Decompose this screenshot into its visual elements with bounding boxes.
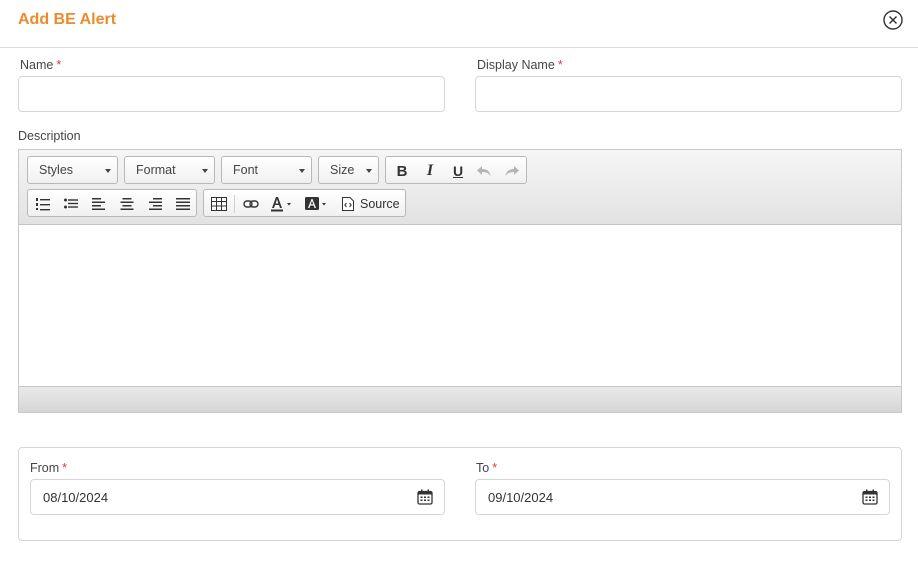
table-button[interactable]	[210, 194, 228, 214]
required-marker: *	[557, 58, 563, 72]
editor-toolbar: Styles Format Font Size B I U Source	[19, 150, 901, 225]
name-label: Name *	[20, 58, 61, 72]
to-label-text: To	[476, 461, 490, 475]
bulleted-list-button[interactable]	[62, 194, 80, 214]
justify-icon	[176, 198, 190, 210]
required-marker: *	[56, 58, 62, 72]
rich-text-editor: Styles Format Font Size B I U Source	[18, 149, 902, 413]
text-color-button[interactable]	[270, 194, 296, 214]
align-left-button[interactable]	[90, 194, 108, 214]
bulleted-list-icon	[64, 198, 78, 209]
font-dropdown-label: Font	[233, 163, 259, 177]
font-dropdown[interactable]: Font	[221, 156, 312, 184]
from-date-input[interactable]	[30, 479, 445, 515]
link-button[interactable]	[242, 194, 260, 214]
from-label: From *	[30, 461, 67, 475]
italic-button[interactable]: I	[420, 161, 440, 181]
bold-button[interactable]: B	[392, 161, 412, 181]
table-icon	[211, 197, 227, 211]
source-icon	[342, 197, 354, 211]
close-button[interactable]	[882, 9, 904, 31]
chevron-down-icon	[299, 169, 305, 173]
chevron-down-icon	[366, 169, 372, 173]
basic-styles-group: B I U	[385, 156, 527, 184]
underline-button[interactable]: U	[448, 161, 468, 181]
redo-button[interactable]	[502, 161, 522, 181]
to-label: To *	[476, 461, 497, 475]
calendar-icon[interactable]	[417, 489, 433, 505]
required-marker: *	[492, 461, 498, 475]
toolbar-separator	[234, 195, 235, 213]
name-input[interactable]	[18, 76, 445, 112]
to-date-input[interactable]	[475, 479, 890, 515]
size-dropdown[interactable]: Size	[318, 156, 379, 184]
from-label-text: From	[30, 461, 60, 475]
chevron-down-icon	[202, 169, 208, 173]
dialog-title: Add BE Alert	[18, 11, 117, 28]
align-right-button[interactable]	[146, 194, 164, 214]
undo-icon	[477, 166, 491, 176]
display-name-label-text: Display Name	[477, 58, 555, 72]
justify-button[interactable]	[174, 194, 192, 214]
undo-button[interactable]	[474, 161, 494, 181]
editor-content-area[interactable]	[19, 225, 901, 386]
editor-status-bar	[19, 386, 901, 412]
format-dropdown-label: Format	[136, 163, 176, 177]
numbered-list-button[interactable]	[34, 194, 52, 214]
background-color-button[interactable]	[305, 194, 331, 214]
description-label: Description	[18, 129, 81, 143]
name-label-text: Name	[20, 58, 54, 72]
size-dropdown-label: Size	[330, 163, 355, 177]
redo-icon	[505, 166, 519, 176]
align-left-icon	[92, 198, 105, 210]
align-right-icon	[149, 198, 162, 210]
link-icon	[243, 200, 259, 208]
paragraph-group	[27, 189, 197, 217]
styles-dropdown[interactable]: Styles	[27, 156, 118, 184]
display-name-input[interactable]	[475, 76, 902, 112]
chevron-down-icon	[105, 169, 111, 173]
align-center-button[interactable]	[118, 194, 136, 214]
source-button[interactable]: Source	[342, 194, 402, 214]
styles-dropdown-label: Styles	[39, 163, 74, 177]
dialog-header: Add BE Alert	[0, 0, 918, 48]
display-name-label: Display Name *	[477, 58, 563, 72]
format-dropdown[interactable]: Format	[124, 156, 215, 184]
align-center-icon	[120, 198, 134, 210]
calendar-icon[interactable]	[862, 489, 878, 505]
required-marker: *	[62, 461, 68, 475]
source-button-label: Source	[360, 197, 400, 211]
insert-group: Source	[203, 189, 406, 217]
numbered-list-icon	[36, 198, 50, 211]
close-icon	[883, 10, 903, 30]
background-color-icon	[305, 197, 326, 210]
text-color-icon	[271, 197, 291, 212]
